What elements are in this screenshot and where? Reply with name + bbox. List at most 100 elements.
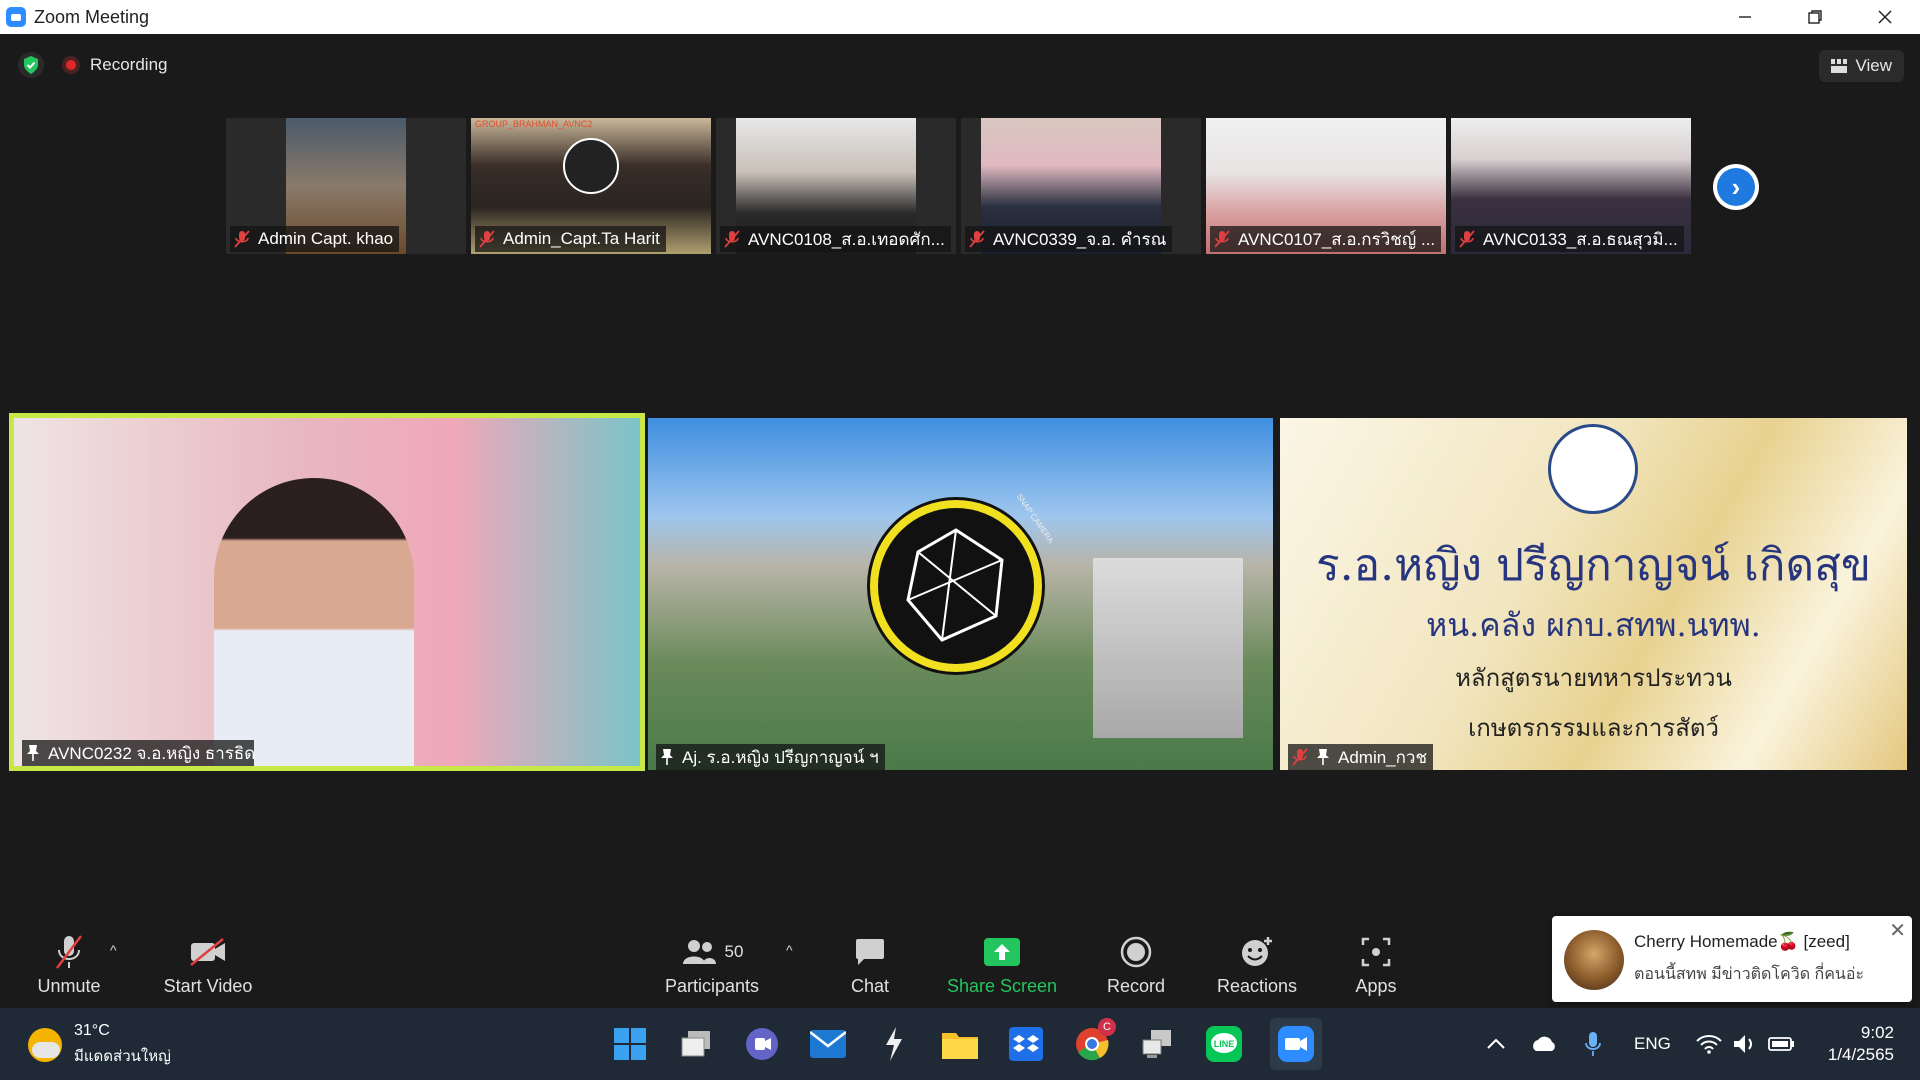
mail-icon[interactable] [808, 1024, 848, 1064]
thumbnail-video[interactable]: AVNC0107_ส.อ.กรวิชญ์ ... [1206, 118, 1446, 254]
mic-muted-icon [1214, 230, 1230, 248]
windows-taskbar: 31°C มีแดดส่วนใหญ่ C LINE ENG 9:02 1/4/2… [0, 1008, 1920, 1080]
line-app-icon[interactable]: LINE [1204, 1024, 1244, 1064]
share-screen-icon [984, 937, 1020, 966]
recording-indicator[interactable]: Recording [62, 50, 168, 80]
slide-line-4: เกษตรกรรมและการสัตว์ [1468, 714, 1719, 742]
close-window-button[interactable] [1850, 0, 1920, 34]
sender-avatar [1564, 930, 1624, 990]
svg-text:LINE: LINE [1214, 1039, 1235, 1049]
reactions-label: Reactions [1216, 975, 1298, 996]
mic-muted-icon [724, 230, 740, 248]
windows-start-icon[interactable] [610, 1024, 650, 1064]
obs-logo-icon [563, 138, 619, 194]
emblem-logo-icon [1548, 424, 1638, 514]
mic-muted-icon [1459, 230, 1475, 248]
apps-button[interactable]: Apps [1346, 920, 1406, 1008]
pin-icon [27, 745, 39, 761]
slide-line-1: ร.อ.หญิง ปรีญกาญจน์ เกิดสุข [1316, 540, 1871, 591]
video-tile[interactable]: SNAP CAMERA Aj. ร.อ.หญิง ปรีญกาญจน์ ฯ [648, 418, 1273, 770]
slide-line-3: หลักสูตรนายทหารประทวน [1455, 664, 1732, 692]
participant-name: Admin_กวช [1338, 747, 1428, 767]
record-icon [1120, 936, 1152, 967]
restore-button[interactable] [1780, 0, 1850, 34]
apps-label: Apps [1355, 975, 1397, 996]
record-button[interactable]: Record [1104, 920, 1168, 1008]
notification-sender: Cherry Homemade🍒 [zeed] [1634, 932, 1850, 951]
mic-muted-icon [234, 230, 250, 248]
share-screen-button[interactable]: Share Screen [946, 920, 1058, 1008]
thumbnail-video[interactable]: Admin Capt. khao [226, 118, 466, 254]
mic-muted-icon [1292, 748, 1308, 766]
next-page-button[interactable]: › [1713, 164, 1759, 210]
reactions-button[interactable]: Reactions [1214, 920, 1300, 1008]
wifi-icon[interactable] [1696, 1008, 1722, 1080]
weather-widget[interactable]: 31°C มีแดดส่วนใหญ่ [28, 1022, 171, 1068]
clock-time: 9:02 [1860, 1023, 1894, 1042]
window-titlebar: Zoom Meeting [0, 0, 1920, 34]
reactions-icon [1242, 936, 1272, 966]
participants-button[interactable]: 50 Participants [660, 920, 764, 1008]
snap-camera-logo-icon [870, 500, 1042, 672]
view-label: View [1855, 56, 1892, 75]
close-notification-icon[interactable]: ✕ [1889, 918, 1906, 943]
building-image [1093, 558, 1243, 738]
thumbnail-video[interactable]: AVNC0133_ส.อ.ธณสุวมิ... [1451, 118, 1691, 254]
task-view-icon[interactable] [676, 1024, 716, 1064]
volume-icon[interactable] [1732, 1008, 1758, 1080]
chrome-profile-badge: C [1098, 1018, 1116, 1036]
close-icon [1878, 10, 1892, 24]
unmute-label: Unmute [37, 975, 101, 996]
network-computer-icon[interactable] [1138, 1024, 1178, 1064]
audio-options-caret[interactable]: ^ [110, 942, 117, 958]
partly-sunny-icon [28, 1028, 62, 1062]
chat-button[interactable]: Chat [840, 920, 900, 1008]
participant-name: Admin Capt. khao [258, 229, 394, 248]
show-hidden-icons-chevron[interactable] [1486, 1008, 1506, 1080]
participant-name: Admin_Capt.Ta Harit [503, 229, 660, 248]
thumbnail-video[interactable]: AVNC0339_จ.อ. คำรณ [961, 118, 1201, 254]
participants-label: Participants [664, 975, 760, 996]
zoom-taskbar-icon[interactable] [1270, 1018, 1322, 1070]
meeting-area: Recording View Admin Capt. khao GROUP_BR… [0, 34, 1920, 1008]
notification-message: ตอนนี้สทพ มีข่าวติดโควิด กี่คนอ่ะ [1634, 966, 1865, 983]
file-explorer-icon[interactable] [940, 1024, 980, 1064]
encryption-shield-icon[interactable] [18, 52, 44, 78]
unmute-button[interactable]: Unmute [34, 920, 104, 1008]
onedrive-cloud-icon[interactable] [1530, 1008, 1558, 1080]
participant-name: Aj. ร.อ.หญิง ปรีญกาญจน์ ฯ [682, 747, 879, 767]
start-video-button[interactable]: Start Video [160, 920, 256, 1008]
teams-chat-icon[interactable] [742, 1024, 782, 1064]
participant-name: AVNC0232 จ.อ.หญิง ธารธิดา บุศย์สุวรรณ์ [48, 743, 254, 763]
participants-options-caret[interactable]: ^ [786, 942, 793, 958]
video-tile[interactable]: ร.อ.หญิง ปรีญกาญจน์ เกิดสุข หน.คลัง ผกบ.… [1280, 418, 1907, 770]
participant-name: AVNC0339_จ.อ. คำรณ [993, 229, 1167, 249]
thumbnail-video[interactable]: GROUP_BRAHMAN_AVNC2 Admin_Capt.Ta Harit [471, 118, 711, 254]
language-indicator[interactable]: ENG [1634, 1008, 1671, 1080]
window-title: Zoom Meeting [34, 6, 150, 27]
microphone-icon[interactable] [1584, 1008, 1602, 1080]
mic-muted-icon [969, 230, 985, 248]
participant-figure [214, 478, 414, 766]
chrome-icon[interactable]: C [1072, 1018, 1116, 1064]
recording-label: Recording [90, 55, 168, 74]
start-video-label: Start Video [163, 975, 253, 996]
video-tile-active-speaker[interactable]: AVNC0232 จ.อ.หญิง ธารธิดา บุศย์สุวรรณ์ [9, 413, 645, 771]
thumbnail-video[interactable]: AVNC0108_ส.อ.เทอดศัก... [716, 118, 956, 254]
mic-muted-icon [56, 934, 82, 969]
weather-description: มีแดดส่วนใหญ่ [74, 1048, 171, 1065]
mic-muted-icon [479, 230, 495, 248]
zoom-app-icon [6, 7, 26, 27]
minimize-button[interactable] [1710, 0, 1780, 34]
battery-icon[interactable] [1768, 1008, 1796, 1080]
record-label: Record [1106, 975, 1166, 996]
image-text: GROUP_BRAHMAN_AVNC2 [475, 119, 593, 129]
weather-temperature: 31°C [74, 1022, 110, 1039]
chat-notification[interactable]: Cherry Homemade🍒 [zeed] ตอนนี้สทพ มีข่าว… [1552, 916, 1912, 1002]
winamp-bolt-icon[interactable] [874, 1024, 914, 1064]
share-screen-label: Share Screen [946, 975, 1058, 996]
system-clock[interactable]: 9:02 1/4/2565 [1828, 1022, 1894, 1066]
dropbox-icon[interactable] [1006, 1024, 1046, 1064]
view-button[interactable]: View [1819, 50, 1904, 82]
clock-date: 1/4/2565 [1827, 1045, 1894, 1064]
